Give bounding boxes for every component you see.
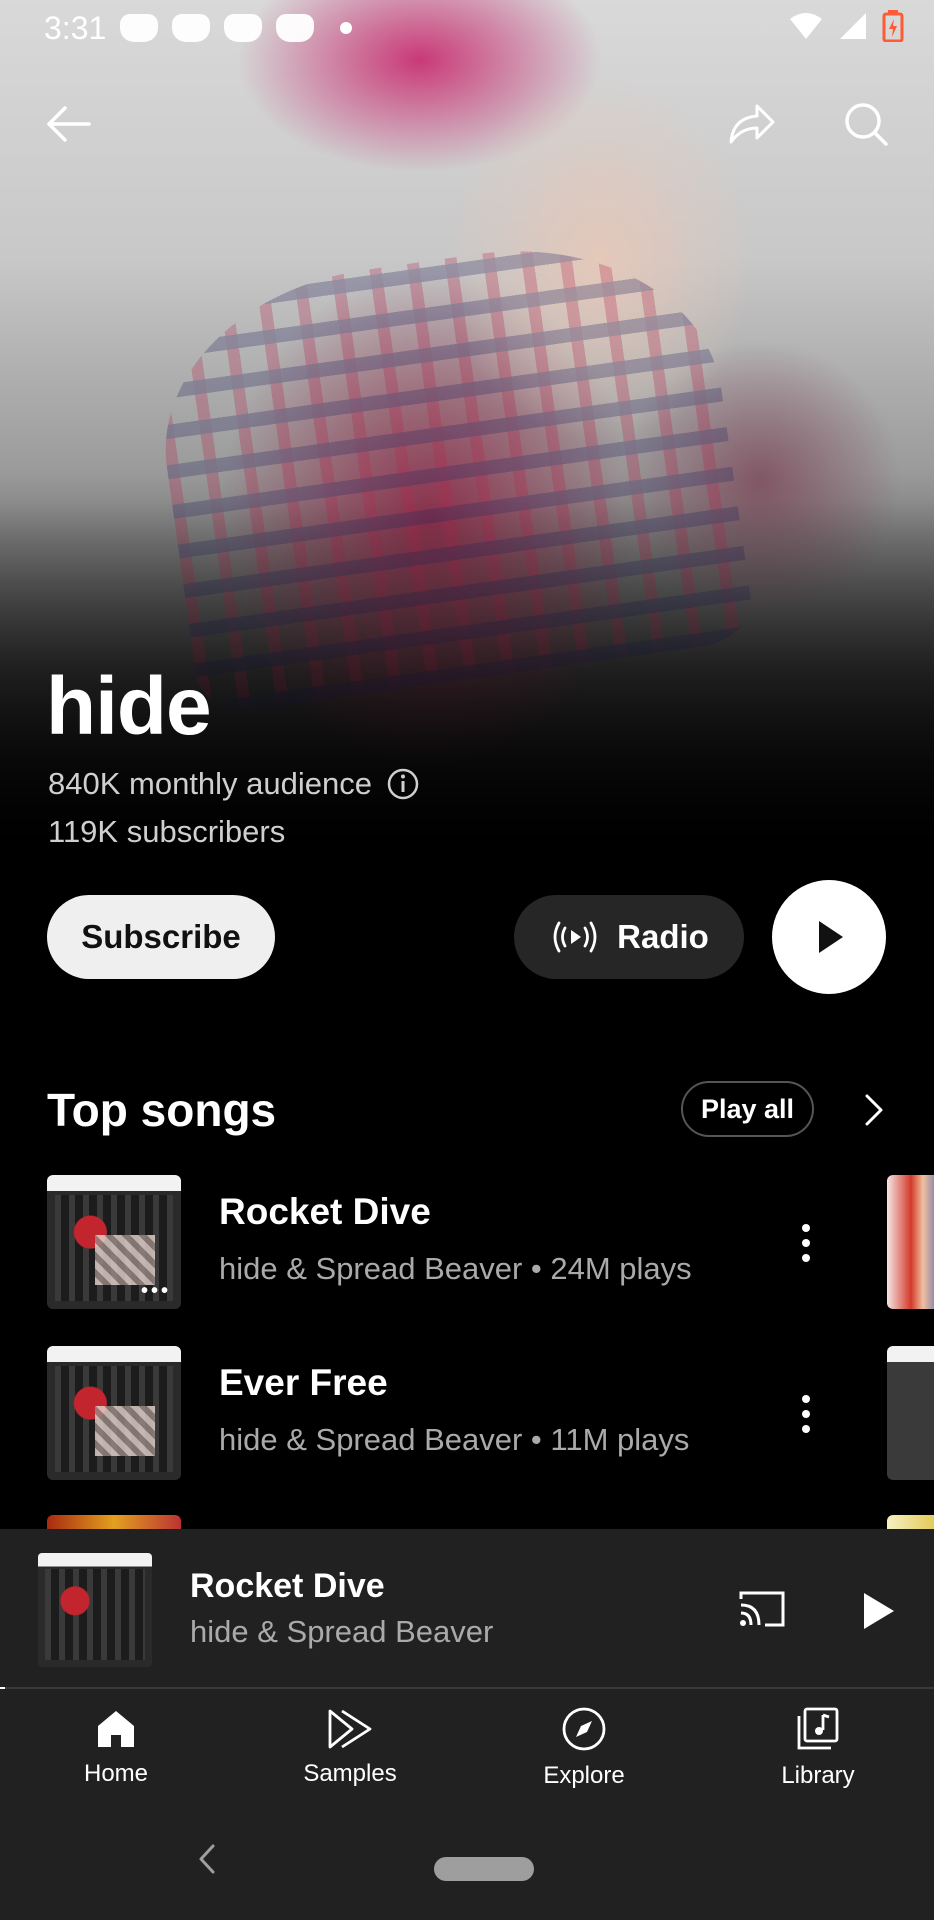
game-controller-icon — [120, 14, 158, 42]
back-button[interactable] — [36, 92, 100, 156]
song-subtitle: hide & Spread Beaver • 11M plays — [219, 1422, 690, 1457]
song-thumbnail — [47, 1346, 181, 1480]
chevron-right-icon — [865, 1094, 883, 1126]
system-navigation-bar — [0, 1807, 934, 1920]
cell-signal-icon — [840, 13, 866, 39]
kebab-dot — [802, 1425, 810, 1433]
compass-icon — [562, 1707, 606, 1751]
system-home-pill[interactable] — [434, 1857, 534, 1881]
battery-icon — [882, 10, 904, 42]
game-controller-icon — [172, 14, 210, 42]
top-songs-more-button[interactable] — [850, 1084, 898, 1136]
info-icon[interactable] — [386, 767, 420, 801]
song-row[interactable]: ••• Rocket Dive hide & Spread Beaver • 2… — [0, 1175, 934, 1309]
mini-player-thumbnail — [38, 1553, 152, 1667]
subscribe-button[interactable]: Subscribe — [47, 895, 275, 979]
subscriber-count: 119K subscribers — [48, 814, 286, 849]
artist-name: hide — [46, 661, 212, 752]
radio-label: Radio — [617, 918, 709, 955]
nav-home[interactable]: Home — [26, 1689, 206, 1807]
kebab-dot — [802, 1254, 810, 1262]
song-title: Rocket Dive — [219, 1191, 431, 1232]
hero-artwork — [143, 223, 757, 717]
song-row[interactable]: Ever Free hide & Spread Beaver • 11M pla… — [0, 1346, 934, 1480]
mini-player-play-button[interactable] — [852, 1585, 904, 1637]
play-icon — [864, 1593, 894, 1629]
samples-icon — [328, 1709, 372, 1749]
share-arrow-icon — [729, 104, 775, 144]
top-songs-title: Top songs — [47, 1084, 277, 1136]
search-icon — [845, 103, 888, 146]
share-button[interactable] — [720, 92, 784, 156]
kebab-dot — [802, 1410, 810, 1418]
song-more-button[interactable] — [786, 1213, 826, 1273]
nav-explore-label: Explore — [543, 1762, 625, 1789]
nav-home-label: Home — [83, 1760, 149, 1787]
notification-icons — [120, 14, 314, 42]
library-icon — [797, 1707, 839, 1750]
song-more-button[interactable] — [786, 1384, 826, 1444]
chevron-left-icon — [199, 1844, 215, 1874]
play-all-label: Play all — [700, 1093, 795, 1124]
mini-player-artist: hide & Spread Beaver — [190, 1614, 494, 1649]
album-art — [55, 1366, 173, 1472]
cast-icon — [739, 1591, 785, 1627]
song-thumbnail: ••• — [47, 1175, 181, 1309]
game-controller-icon — [276, 14, 314, 42]
cast-button[interactable] — [735, 1585, 789, 1633]
nav-samples-label: Samples — [303, 1760, 397, 1787]
arrow-left-icon — [47, 106, 91, 142]
monthly-audience-text: 840K monthly audience — [48, 766, 373, 801]
mini-player-title: Rocket Dive — [190, 1567, 385, 1605]
subscribe-label: Subscribe — [81, 918, 241, 955]
play-artist-button[interactable] — [772, 880, 886, 994]
play-icon — [819, 921, 843, 953]
bottom-navigation: Home Samples Explore Library — [0, 1689, 934, 1807]
kebab-dot — [802, 1395, 810, 1403]
song-thumbnail-partial[interactable] — [47, 1515, 181, 1529]
status-time: 3:31 — [44, 10, 107, 46]
radio-button[interactable]: Radio — [514, 895, 744, 979]
nav-samples[interactable]: Samples — [260, 1689, 440, 1807]
game-controller-icon — [224, 14, 262, 42]
song-title: Ever Free — [219, 1362, 388, 1403]
search-button[interactable] — [834, 92, 898, 156]
status-bar: 3:31 — [0, 0, 934, 60]
kebab-dot — [802, 1239, 810, 1247]
radio-broadcast-icon — [553, 921, 597, 953]
nav-library-label: Library — [781, 1762, 855, 1789]
system-back-button[interactable] — [192, 1837, 222, 1881]
song-subtitle: hide & Spread Beaver • 24M plays — [219, 1251, 692, 1286]
album-art — [45, 1569, 145, 1660]
mini-player[interactable]: Rocket Dive hide & Spread Beaver — [0, 1529, 934, 1690]
play-all-button[interactable]: Play all — [681, 1081, 814, 1137]
home-icon — [98, 1711, 134, 1747]
next-column-thumbnail-partial[interactable] — [887, 1515, 934, 1529]
nav-library[interactable]: Library — [728, 1689, 908, 1807]
next-column-thumbnail[interactable] — [887, 1346, 934, 1480]
nav-explore[interactable]: Explore — [494, 1689, 674, 1807]
wifi-icon — [790, 13, 822, 39]
status-indicators — [788, 10, 904, 42]
notification-dot-icon — [340, 22, 352, 34]
next-column-thumbnail[interactable] — [887, 1175, 934, 1309]
now-playing-dots-icon: ••• — [140, 1280, 171, 1302]
kebab-dot — [802, 1224, 810, 1232]
monthly-audience-row: 840K monthly audience — [48, 766, 420, 802]
